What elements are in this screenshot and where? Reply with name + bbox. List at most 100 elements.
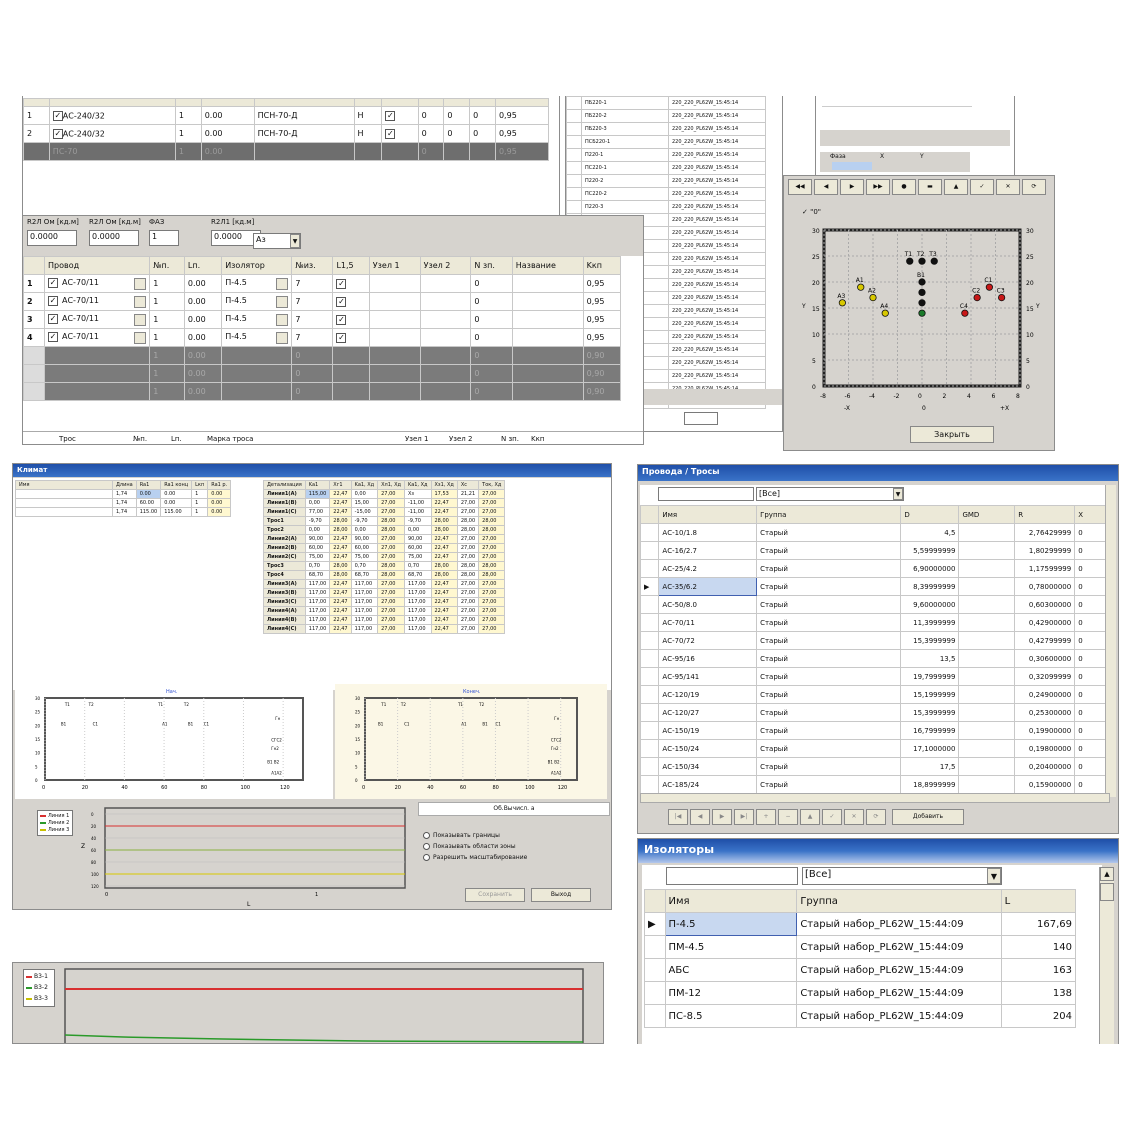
row-selector[interactable] xyxy=(644,1004,666,1028)
table-row[interactable]: Трос1 -9,70 28,00 -9,70 28,00 -9,70 28,00 28,00… xyxy=(263,516,506,526)
table-row[interactable]: Линия3(B) 117,00 22,47 117,00 27,00 117,00 22,… xyxy=(263,588,506,598)
row-selector[interactable] xyxy=(640,649,660,668)
check-cell[interactable]: ✓ xyxy=(381,106,419,125)
param-input[interactable]: 1 xyxy=(149,230,179,246)
row-selector[interactable] xyxy=(644,958,666,982)
cancel-icon[interactable]: ✕ xyxy=(844,809,864,825)
next-icon[interactable]: ▶ xyxy=(840,179,864,195)
point-marker[interactable] xyxy=(918,288,926,297)
wire-cell[interactable]: ✓ АС-70/11 xyxy=(43,274,151,293)
list-item[interactable]: ПБ220-1 220_220_PL62W_15:45:14 xyxy=(566,96,766,110)
wire-cell[interactable] xyxy=(43,364,151,383)
node2-cell[interactable] xyxy=(419,310,472,329)
node1-cell[interactable] xyxy=(368,274,421,293)
table-row[interactable]: ▶ П-4.5 Старый набор_PL62W_15:44:09 167,69 xyxy=(644,912,1077,936)
table-row[interactable]: Линия1(B) 0,00 22,47 15,00 27,00 -11,00 22,47 2… xyxy=(263,498,506,508)
wires-name-filter[interactable] xyxy=(658,487,754,501)
table-row[interactable]: 1 ✓ АС-70/11 1 0.00 П-4.5 7 ✓ 0 0,95 xyxy=(23,274,622,293)
chevron-down-icon[interactable]: ▼ xyxy=(987,868,1001,884)
name-cell[interactable] xyxy=(511,328,584,347)
prev-icon[interactable]: ◀ xyxy=(690,809,710,825)
wire-cell[interactable]: ✓ АС-70/11 xyxy=(43,328,151,347)
row-selector[interactable] xyxy=(566,96,582,110)
row-selector[interactable] xyxy=(640,667,660,686)
checkbox[interactable]: ✓ xyxy=(48,295,58,306)
checkbox[interactable]: ✓ xyxy=(336,296,347,307)
insulator-cell[interactable]: П-4.5 xyxy=(221,274,293,293)
table-row[interactable]: АС-120/19 Старый 15,1999999 0,24900000 0 xyxy=(640,685,1110,704)
point-marker[interactable] xyxy=(961,309,969,317)
name-cell[interactable] xyxy=(511,292,584,311)
node2-cell[interactable] xyxy=(419,382,472,401)
option-row[interactable]: Показывать границы xyxy=(423,832,527,839)
row-selector[interactable] xyxy=(640,631,660,650)
point-marker[interactable] xyxy=(838,299,846,307)
name-cell[interactable] xyxy=(511,310,584,329)
up-icon[interactable]: ▲ xyxy=(944,179,968,195)
node1-cell[interactable] xyxy=(368,310,421,329)
table-row[interactable]: АБС Старый набор_PL62W_15:44:09 163 xyxy=(644,958,1077,982)
row-selector[interactable] xyxy=(566,148,582,162)
checkbox[interactable]: ✓ xyxy=(336,278,347,289)
table-row[interactable]: Линия4(B) 117,00 22,47 117,00 27,00 117,00 22,… xyxy=(263,615,506,625)
table-row[interactable]: АС-70/72 Старый 15,3999999 0,42799999 0 xyxy=(640,631,1110,650)
ellipsis-button[interactable] xyxy=(276,331,289,344)
node2-cell[interactable] xyxy=(419,364,472,383)
ellipsis-button[interactable] xyxy=(134,295,147,308)
point-marker[interactable] xyxy=(930,257,938,265)
check-cell[interactable]: ✓ xyxy=(332,292,370,311)
checkbox[interactable]: ✓ xyxy=(336,332,347,343)
table-row[interactable]: ПС-70 1 0.00 0 0,95 xyxy=(23,142,550,161)
wire-cell[interactable] xyxy=(43,382,151,401)
coord-check-mark[interactable]: ✓ xyxy=(802,208,808,216)
point-marker[interactable] xyxy=(869,294,877,302)
table-row[interactable]: ▶ АС-35/6.2 Старый 8,39999999 0,78000000 0 xyxy=(640,577,1110,596)
table-row[interactable]: Линия2(B) 60,00 22,47 60,00 27,00 60,00 22,47 2… xyxy=(263,543,506,553)
table-row[interactable]: Линия4(A) 117,00 22,47 117,00 27,00 117,00 22,… xyxy=(263,606,506,616)
name-cell[interactable] xyxy=(511,382,584,401)
list-item[interactable]: ПСБ220-1 220_220_PL62W_15:45:14 xyxy=(566,135,766,149)
list-item[interactable]: ПБ220-2 220_220_PL62W_15:45:14 xyxy=(566,109,766,123)
check-cell[interactable]: ✓ xyxy=(332,274,370,293)
point-marker[interactable] xyxy=(985,283,993,291)
table-row[interactable]: АС-70/11 Старый 11,3999999 0,42900000 0 xyxy=(640,613,1110,632)
table-row[interactable]: 3 ✓ АС-70/11 1 0.00 П-4.5 7 ✓ 0 0,95 xyxy=(23,310,622,329)
row-selector[interactable] xyxy=(644,981,666,1005)
row-selector[interactable] xyxy=(566,174,582,188)
option-row[interactable]: Разрешить масштабирование xyxy=(423,854,527,861)
insulator-cell[interactable] xyxy=(221,382,293,401)
name-cell[interactable] xyxy=(511,364,584,383)
param-input[interactable]: 0.0000 xyxy=(89,230,139,246)
next-icon[interactable]: ▶ xyxy=(712,809,732,825)
table-row[interactable]: АС-50/8.0 Старый 9,60000000 0,60300000 0 xyxy=(640,595,1110,614)
table-row[interactable]: АС-120/27 Старый 15,3999999 0,25300000 0 xyxy=(640,703,1110,722)
insulator-cell[interactable]: П-4.5 xyxy=(221,292,293,311)
row-selector[interactable] xyxy=(566,109,582,123)
ellipsis-button[interactable] xyxy=(276,277,289,290)
exit-button[interactable]: Выход xyxy=(531,888,591,902)
table-row[interactable]: АС-10/1.8 Старый 4,5 2,76429999 0 xyxy=(640,523,1110,542)
table-row[interactable]: Линия2(A) 90,00 22,47 90,00 27,00 90,00 22,47 2… xyxy=(263,534,506,544)
row-selector[interactable] xyxy=(640,595,660,614)
wires-vscroll[interactable] xyxy=(1105,485,1116,797)
wire-cell[interactable]: ✓ АС-240/32 xyxy=(48,124,176,143)
table-row[interactable]: ПМ-12 Старый набор_PL62W_15:44:09 138 xyxy=(644,981,1077,1005)
option-radio[interactable] xyxy=(423,843,430,850)
list-item[interactable]: П220-1 220_220_PL62W_15:45:14 xyxy=(566,148,766,162)
insulators-group-filter[interactable]: [Все] ▼ xyxy=(802,867,1002,885)
insulator-cell[interactable]: П-4.5 xyxy=(221,310,293,329)
table-row[interactable]: 2 ✓ АС-240/32 1 0.00 ПСН-70-Д Н ✓ 0 0 0 0,95 xyxy=(23,124,550,143)
row-selector[interactable]: ▶ xyxy=(644,912,666,936)
point-marker[interactable] xyxy=(906,257,914,265)
node2-cell[interactable] xyxy=(419,328,472,347)
table-row[interactable]: 1 0.00 0 0 0,90 xyxy=(23,364,622,383)
table-row[interactable]: Линия2(C) 75,00 22,47 75,00 27,00 75,00 22,47 2… xyxy=(263,552,506,562)
option-radio[interactable] xyxy=(423,832,430,839)
check-cell[interactable]: ✓ xyxy=(381,124,419,143)
node1-cell[interactable] xyxy=(368,382,421,401)
table-row[interactable]: 1,74 115.00 115.00 1 0.00 xyxy=(15,507,232,517)
prev-icon[interactable]: ◀ xyxy=(814,179,838,195)
table-row[interactable]: Линия4(C) 117,00 22,47 117,00 27,00 117,00 22,… xyxy=(263,624,506,634)
insulators-vscroll[interactable]: ▲ xyxy=(1099,867,1114,1044)
insulator-cell[interactable] xyxy=(221,346,293,365)
